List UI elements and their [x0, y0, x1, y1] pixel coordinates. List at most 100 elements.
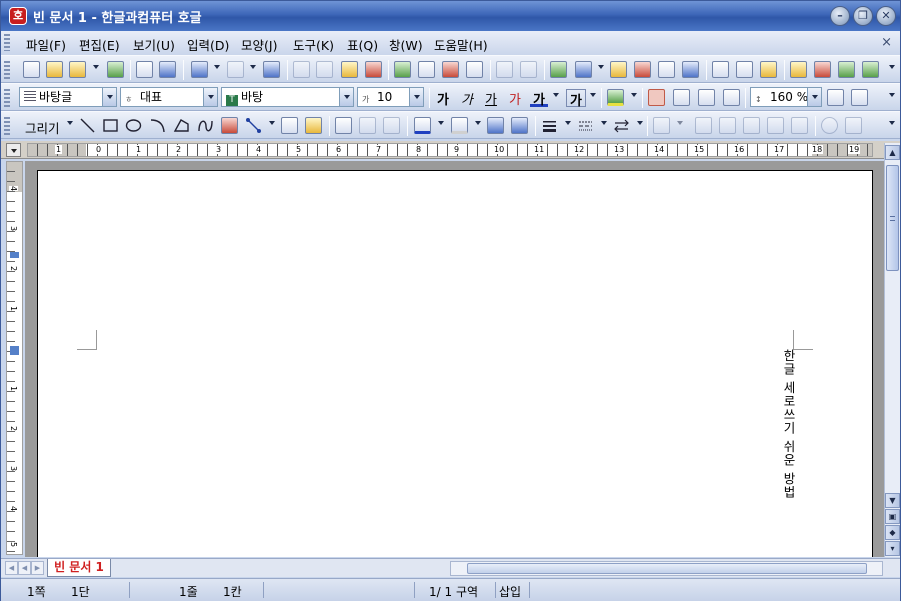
- menu-window[interactable]: 창(W): [389, 35, 423, 54]
- title-bar[interactable]: 호 빈 문서 1 - 한글과컴퓨터 호글 – ❐ ✕: [1, 1, 900, 31]
- style-select[interactable]: 바탕글: [19, 87, 117, 107]
- insert-chart-icon[interactable]: [610, 61, 627, 78]
- scroll-down-button[interactable]: ▼: [885, 493, 900, 508]
- ruler-strip[interactable]: 1 0 1 2 3 4 5 6 7 8 9 10 11 12 13 14 15 …: [27, 143, 873, 157]
- next-page-button[interactable]: ▾: [885, 541, 900, 556]
- menu-table[interactable]: 표(Q): [347, 35, 378, 54]
- insert-picture-icon[interactable]: [550, 61, 567, 78]
- vertical-scrollbar[interactable]: ▲ ▼ ▣ ◆ ▾: [884, 143, 900, 557]
- decrease-indent-icon[interactable]: [851, 89, 868, 106]
- menu-grip[interactable]: [4, 34, 10, 51]
- char-format-dropdown-icon[interactable]: [590, 93, 596, 97]
- ellipse-tool-icon[interactable]: [125, 117, 142, 134]
- paste-icon[interactable]: [341, 61, 358, 78]
- app-icon[interactable]: 호: [9, 7, 27, 25]
- char-shape-icon[interactable]: [442, 61, 459, 78]
- rotate-icon[interactable]: [821, 117, 838, 134]
- save-icon[interactable]: [107, 61, 124, 78]
- pen-tool-icon[interactable]: [221, 117, 238, 134]
- curve-tool-icon[interactable]: [197, 117, 214, 134]
- insert-bookmark-icon[interactable]: [790, 61, 807, 78]
- bring-front-icon[interactable]: [487, 117, 504, 134]
- macro-run-1-icon[interactable]: [838, 61, 855, 78]
- document-area[interactable]: 한글 세로쓰기 쉬운 방법: [25, 161, 884, 557]
- zoom-dropdown-icon[interactable]: [807, 88, 821, 106]
- font-select[interactable]: T 바탕: [221, 87, 354, 107]
- justify-align-icon[interactable]: [648, 89, 665, 106]
- line-color-icon[interactable]: [414, 117, 431, 134]
- arc-tool-icon[interactable]: [149, 117, 166, 134]
- flip-icon[interactable]: [845, 117, 862, 134]
- center-align-icon[interactable]: [698, 89, 715, 106]
- undo-dropdown-icon[interactable]: [214, 65, 220, 69]
- paragraph-marker-icon[interactable]: [10, 346, 19, 355]
- macro-run-2-icon[interactable]: [862, 61, 879, 78]
- horizontal-scroll-thumb[interactable]: [467, 563, 867, 574]
- undo-icon[interactable]: [191, 61, 208, 78]
- draw-menu-label[interactable]: 그리기: [25, 118, 60, 137]
- top-indent-marker-icon[interactable]: [10, 252, 19, 258]
- dash-style-icon[interactable]: [577, 117, 594, 134]
- document-page[interactable]: 한글 세로쓰기 쉬운 방법: [37, 170, 873, 557]
- print-preview-icon[interactable]: [159, 61, 176, 78]
- hyperlink-icon[interactable]: [496, 61, 513, 78]
- frame-object-icon[interactable]: [743, 117, 760, 134]
- tab-document-1[interactable]: 빈 문서 1: [47, 559, 111, 577]
- vertical-ruler[interactable]: 4 3 2 1 1 2 3 4 5: [6, 161, 23, 555]
- open-dropdown-icon[interactable]: [93, 65, 99, 69]
- arrow-style-icon[interactable]: [613, 117, 630, 134]
- menu-format[interactable]: 모양(J): [241, 35, 277, 54]
- object-insert-icon[interactable]: [305, 117, 322, 134]
- arrow-style-dropdown-icon[interactable]: [637, 121, 643, 125]
- vertical-text-content[interactable]: 한글 세로쓰기 쉬운 방법: [779, 349, 796, 499]
- strikeout-button[interactable]: 가: [506, 89, 524, 108]
- fill-color-icon[interactable]: [451, 117, 468, 134]
- line-style-icon[interactable]: [541, 117, 558, 134]
- font-color-button[interactable]: 가: [530, 89, 548, 108]
- select-objects-icon[interactable]: [335, 117, 352, 134]
- char-format-button[interactable]: 가: [566, 89, 586, 109]
- para-shape-icon[interactable]: [418, 61, 435, 78]
- draw-dropdown-icon[interactable]: [67, 121, 73, 125]
- menu-insert[interactable]: 입력(D): [187, 35, 229, 54]
- copy-icon[interactable]: [316, 61, 333, 78]
- document-close-icon[interactable]: ×: [881, 35, 892, 50]
- font-dropdown-icon[interactable]: [339, 88, 353, 106]
- tab-prev-button[interactable]: ◀: [18, 561, 31, 575]
- textbox-tool-icon[interactable]: [281, 117, 298, 134]
- image-mask-icon[interactable]: [791, 117, 808, 134]
- menu-file[interactable]: 파일(F): [26, 35, 66, 54]
- toolbar-grip[interactable]: [4, 89, 10, 107]
- insert-field-icon[interactable]: [712, 61, 729, 78]
- prev-page-button[interactable]: ▣: [885, 509, 900, 524]
- new-template-icon[interactable]: [46, 61, 63, 78]
- redo-icon[interactable]: [227, 61, 244, 78]
- insert-equation-icon[interactable]: [658, 61, 675, 78]
- minimize-button[interactable]: –: [830, 6, 850, 26]
- ruler-corner-button[interactable]: [6, 143, 21, 157]
- font-color-dropdown-icon[interactable]: [553, 93, 559, 97]
- zoom-select[interactable]: ↕ 160 %: [750, 87, 822, 107]
- insert-table-icon[interactable]: [575, 61, 592, 78]
- tab-next-button[interactable]: ▶: [31, 561, 44, 575]
- font-lang-select[interactable]: ㅎ 대표: [120, 87, 218, 107]
- connector-tool-icon[interactable]: [245, 117, 262, 134]
- left-align-icon[interactable]: [673, 89, 690, 106]
- connector-dropdown-icon[interactable]: [269, 121, 275, 125]
- font-size-select[interactable]: 가 10: [357, 87, 424, 107]
- shadow-icon[interactable]: [653, 117, 670, 134]
- highlight-pen-icon[interactable]: [607, 89, 624, 106]
- distribute-objects-icon[interactable]: [719, 117, 736, 134]
- underline-button[interactable]: 가: [482, 89, 500, 108]
- toolbar-overflow-icon[interactable]: [889, 65, 895, 69]
- increase-indent-icon[interactable]: [827, 89, 844, 106]
- send-back-icon[interactable]: [511, 117, 528, 134]
- shadow-dropdown-icon[interactable]: [677, 121, 683, 125]
- insert-symbol-icon[interactable]: [682, 61, 699, 78]
- open-folder-icon[interactable]: [69, 61, 86, 78]
- style-dropdown-icon[interactable]: [102, 88, 116, 106]
- toolbar-grip[interactable]: [4, 61, 10, 79]
- menu-edit[interactable]: 편집(E): [79, 35, 120, 54]
- right-align-icon[interactable]: [723, 89, 740, 106]
- print-icon[interactable]: [136, 61, 153, 78]
